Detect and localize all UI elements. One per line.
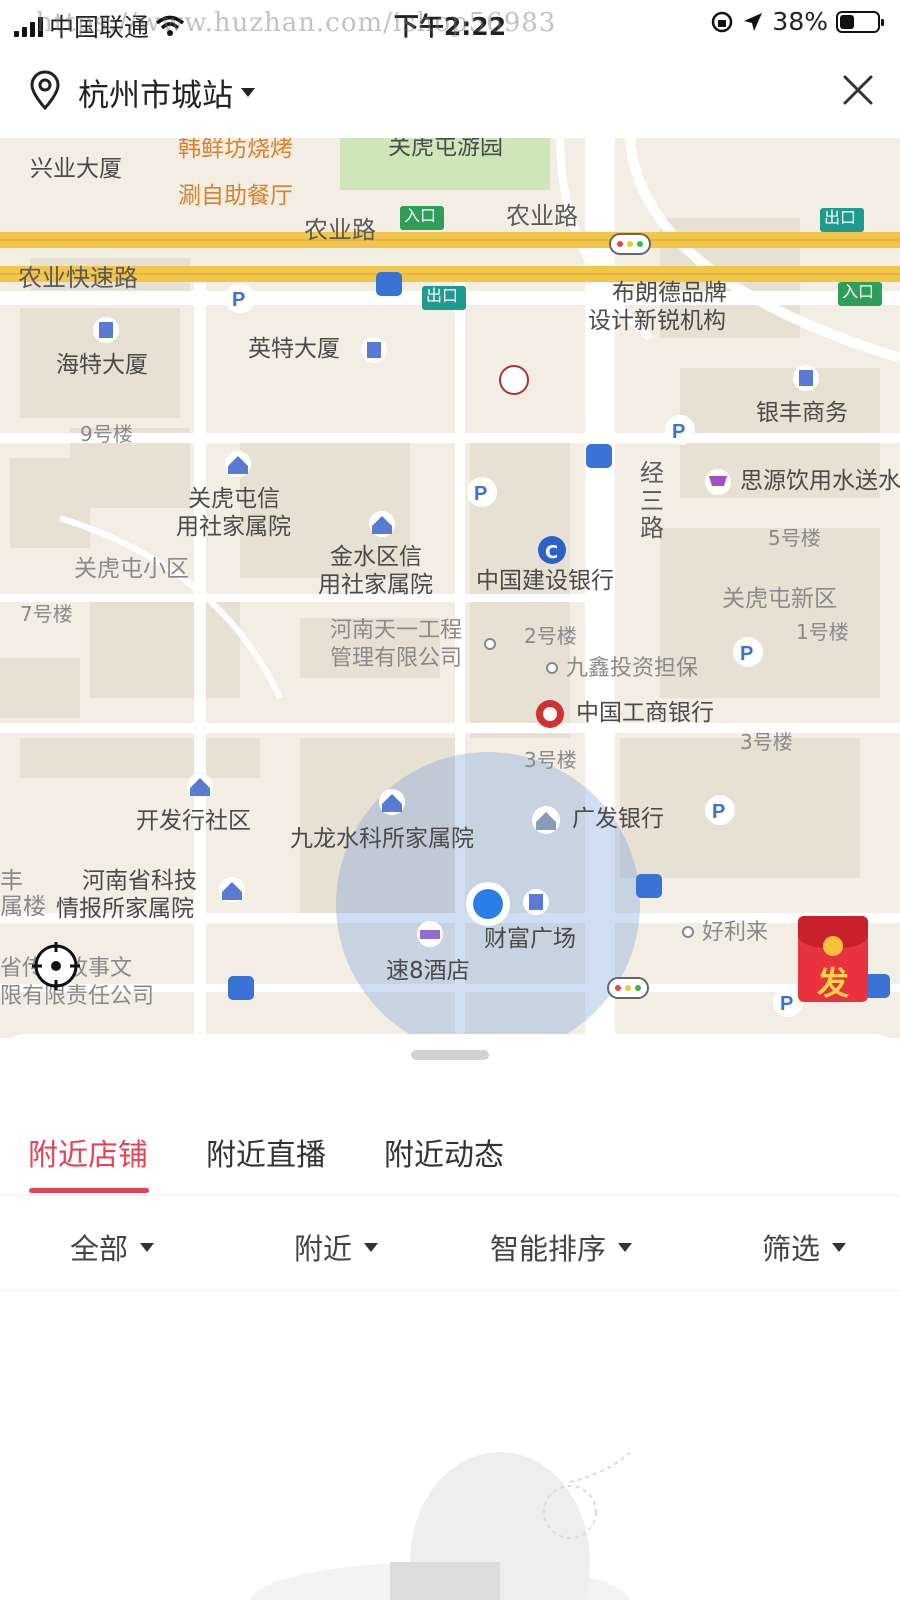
filter-label: 筛选	[762, 1232, 821, 1266]
map-label: 关虎屯新区	[722, 586, 837, 612]
svg-text:P: P	[740, 643, 753, 665]
map-label: 中国建设银行	[476, 568, 614, 594]
filter-nearby[interactable]: 附近	[294, 1226, 379, 1268]
map-label: 管理有限公司	[330, 646, 463, 671]
map-label: 布朗德品牌	[612, 280, 727, 306]
map-label: 速8酒店	[386, 958, 470, 984]
map-view[interactable]: P P P P P P C 韩鲜坊烧烤 兴业大厦 涮自助餐厅 关虎屯游园 农业路…	[0, 138, 900, 1038]
status-right: 38%	[710, 7, 884, 36]
divider	[0, 1290, 900, 1291]
city-selector[interactable]: 杭州市城站	[78, 70, 255, 115]
svg-text:P: P	[232, 289, 245, 311]
red-envelope-seal	[823, 936, 843, 956]
svg-text:P: P	[780, 993, 793, 1015]
bottom-sheet: 附近店铺 附近直播 附近动态 全部 附近 智能排序 筛选	[0, 1034, 900, 1600]
map-label: 涮自助餐厅	[178, 183, 293, 209]
map-label: 用社家属院	[318, 572, 433, 598]
map-label: 九鑫投资担保	[566, 656, 699, 681]
map-label: 银丰商务	[756, 400, 848, 426]
map-label: 英特大厦	[248, 336, 340, 362]
svg-text:P: P	[672, 421, 685, 443]
map-label: 7号楼	[20, 602, 73, 626]
map-label: 属楼	[0, 894, 46, 920]
map-label: 情报所家属院	[56, 896, 194, 922]
location-pin-icon	[30, 70, 60, 110]
watermark: https://www.huzhan.com/ishop56983	[36, 8, 557, 38]
map-label: 韩鲜坊烧烤	[178, 138, 293, 162]
filter-label: 智能排序	[490, 1232, 607, 1266]
active-tab-indicator	[29, 1188, 149, 1193]
filter-label: 附近	[294, 1232, 353, 1266]
header: 杭州市城站	[0, 46, 900, 138]
map-label: 关虎屯信	[188, 486, 280, 512]
map-label: 用社家属院	[176, 514, 291, 540]
map-label: 5号楼	[768, 526, 821, 550]
filter-smart-sort[interactable]: 智能排序	[490, 1226, 633, 1268]
map-label: 设计新锐机构	[588, 308, 726, 334]
recenter-location-icon[interactable]	[32, 942, 80, 990]
map-label: 2号楼	[524, 624, 577, 648]
chevron-down-icon	[618, 1242, 633, 1252]
chevron-down-icon	[241, 88, 255, 97]
chevron-down-icon	[832, 1242, 847, 1252]
map-label: 金水区信	[330, 544, 422, 570]
chevron-down-icon	[364, 1242, 379, 1252]
map-label: 农业快速路	[18, 264, 138, 292]
filter-label: 全部	[70, 1232, 129, 1266]
empty-state-illustration	[250, 1452, 631, 1600]
city-name: 杭州市城站	[78, 78, 233, 114]
tab-nearby-posts[interactable]: 附近动态	[384, 1130, 504, 1174]
battery-percent: 38%	[772, 7, 828, 36]
map-label: 3号楼	[740, 730, 793, 754]
map-label: 出口	[426, 286, 459, 305]
map-label: 思源饮用水送水	[740, 468, 900, 494]
red-envelope-label: 发	[816, 964, 849, 1002]
tab-bar: 附近店铺 附近直播 附近动态	[0, 1130, 900, 1190]
map-label: 经三路	[640, 459, 664, 543]
filter-bar: 全部 附近 智能排序 筛选	[0, 1226, 900, 1276]
map-label: 海特大厦	[56, 352, 148, 378]
chevron-down-icon	[140, 1242, 155, 1252]
map-label: 河南省科技	[82, 868, 197, 894]
map-label: 入口	[842, 282, 875, 301]
map-label: 九龙水科所家属院	[290, 826, 474, 852]
svg-text:C: C	[545, 542, 558, 563]
map-label: 广发银行	[572, 806, 664, 832]
map-label: 入口	[404, 206, 437, 225]
location-arrow-icon	[744, 12, 763, 31]
battery-level	[840, 14, 854, 29]
close-icon[interactable]	[842, 74, 874, 106]
map-label: 中国工商银行	[576, 700, 714, 726]
tab-nearby-live[interactable]: 附近直播	[206, 1130, 326, 1174]
filter-all[interactable]: 全部	[70, 1226, 155, 1268]
map-label: 9号楼	[80, 422, 133, 446]
map-label: 好利来	[702, 920, 769, 945]
battery-icon	[836, 10, 884, 33]
map-label: 河南天一工程	[330, 618, 463, 643]
map-label: 开发行社区	[136, 808, 251, 834]
red-envelope-button[interactable]: 发	[798, 916, 868, 1002]
map-label: 丰	[0, 868, 23, 894]
map-label: 财富广场	[484, 926, 576, 952]
map-label: 兴业大厦	[30, 156, 122, 182]
divider	[0, 1195, 900, 1196]
tab-nearby-shops[interactable]: 附近店铺	[28, 1130, 148, 1174]
map-label: 出口	[824, 208, 857, 227]
svg-text:P: P	[712, 801, 725, 823]
map-label: 关虎屯游园	[388, 138, 503, 160]
map-label: 关虎屯小区	[74, 556, 189, 582]
map-label: 农业路	[506, 202, 578, 230]
map-label: 农业路	[304, 216, 376, 244]
sheet-drag-handle[interactable]	[411, 1050, 489, 1060]
map-label: 3号楼	[524, 748, 577, 772]
map-label: 1号楼	[796, 620, 849, 644]
svg-text:P: P	[474, 483, 487, 505]
rotation-lock-icon	[712, 11, 733, 32]
filter-screen[interactable]: 筛选	[762, 1226, 847, 1268]
